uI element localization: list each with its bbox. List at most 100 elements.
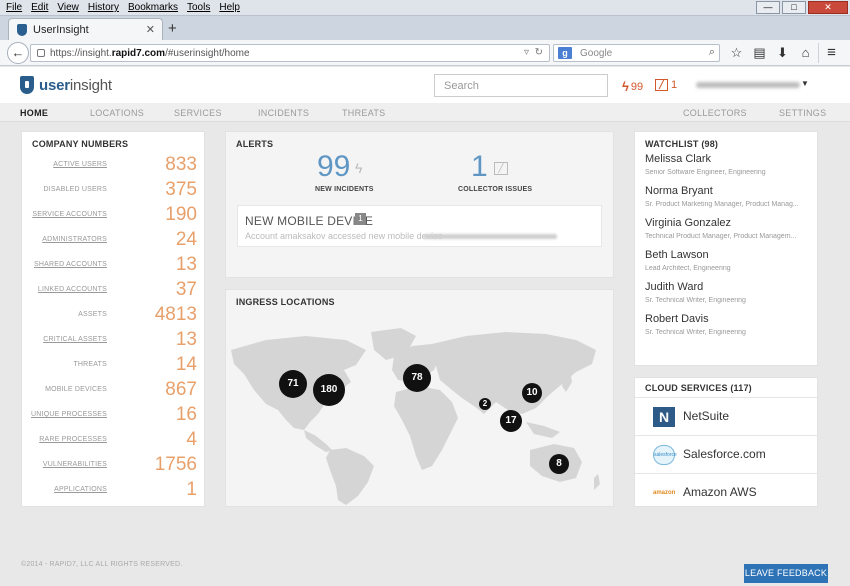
app-search-input[interactable]: Search [434, 74, 608, 97]
watch-role: Senior Software Engineer, Engineering [645, 169, 766, 176]
nav-threats[interactable]: THREATS [342, 108, 385, 118]
company-number-value: 190 [165, 204, 197, 225]
search-icon[interactable]: ⌕ [709, 46, 715, 59]
cluster-north-america-west[interactable]: 71 [279, 370, 307, 398]
cluster-europe[interactable]: 78 [403, 364, 431, 392]
chevron-down-icon[interactable]: ▼ [801, 79, 809, 88]
watch-name[interactable]: Robert Davis [645, 313, 709, 325]
menu-edit[interactable]: Edit [31, 2, 48, 13]
watchlist-title: WATCHLIST (98) [645, 139, 719, 149]
nav-settings[interactable]: SETTINGS [779, 108, 826, 118]
menu-view[interactable]: View [57, 2, 79, 13]
company-number-row[interactable]: VULNERABILITIES 1756 [22, 454, 205, 479]
company-number-label[interactable]: VULNERABILITIES [43, 461, 107, 468]
ingress-locations-panel: INGRESS LOCATIONS 71 180 78 2 10 17 8 [225, 289, 614, 507]
menu-help[interactable]: Help [219, 2, 240, 13]
company-number-row: MOBILE DEVICES 867 [22, 379, 205, 404]
company-number-row[interactable]: CRITICAL ASSETS 13 [22, 329, 205, 354]
watch-name[interactable]: Melissa Clark [645, 153, 711, 165]
service-netsuite[interactable]: N NetSuite [635, 397, 819, 435]
company-number-row[interactable]: SERVICE ACCOUNTS 190 [22, 204, 205, 229]
company-number-label[interactable]: SERVICE ACCOUNTS [32, 211, 107, 218]
browser-navbar: ← https://insight. rapid7.com/#userinsigh… [0, 40, 850, 66]
watch-role: Lead Architect, Engineering [645, 265, 731, 272]
nav-home[interactable]: HOME [20, 108, 48, 118]
userinsight-logo[interactable]: userinsight [20, 76, 112, 94]
tab-strip: UserInsight ✕ + [0, 16, 850, 40]
company-number-row[interactable]: UNIQUE PROCESSES 16 [22, 404, 205, 429]
minimize-button[interactable]: — [756, 1, 780, 14]
cluster-east-asia[interactable]: 10 [522, 383, 542, 403]
cluster-australia[interactable]: 8 [549, 454, 569, 474]
company-number-label[interactable]: SHARED ACCOUNTS [34, 261, 107, 268]
bolt-icon: ϟ [355, 160, 363, 176]
home-icon[interactable]: ⌂ [794, 45, 817, 61]
company-number-row[interactable]: ACTIVE USERS 833 [22, 154, 205, 179]
company-number-label[interactable]: ADMINISTRATORS [42, 236, 107, 243]
menu-bookmarks[interactable]: Bookmarks [128, 2, 178, 13]
service-salesforce[interactable]: salesforce Salesforce.com [635, 435, 819, 473]
star-icon[interactable]: ☆ [725, 45, 748, 61]
download-icon[interactable]: ⬇ [771, 45, 794, 61]
company-number-label[interactable]: CRITICAL ASSETS [43, 336, 107, 343]
back-arrow-icon[interactable]: ← [7, 42, 29, 64]
watch-name[interactable]: Beth Lawson [645, 249, 709, 261]
collector-issues-value[interactable]: 1 [471, 150, 488, 184]
company-number-row: ASSETS 4813 [22, 304, 205, 329]
close-window-button[interactable]: ✕ [808, 1, 848, 14]
new-incidents-value[interactable]: 99 [317, 150, 350, 184]
service-amazon-aws[interactable]: amazon Amazon AWS [635, 473, 819, 511]
company-number-label[interactable]: UNIQUE PROCESSES [31, 411, 107, 418]
restore-button[interactable]: □ [782, 1, 806, 14]
close-tab-icon[interactable]: ✕ [146, 23, 155, 36]
url-bar[interactable]: https://insight. rapid7.com/#userinsight/… [30, 44, 550, 62]
company-numbers-panel: COMPANY NUMBERS ACTIVE USERS 833 DISABLED … [21, 131, 205, 507]
company-number-value: 24 [175, 229, 197, 250]
menu-history[interactable]: History [88, 2, 119, 13]
menu-icon[interactable]: ≡ [818, 43, 844, 63]
collector-indicator[interactable]: ╱ 1 [655, 79, 677, 91]
alert-card[interactable]: NEW MOBILE DEVICE 1 Account amaksakov ac… [237, 205, 602, 247]
company-number-label[interactable]: ACTIVE USERS [53, 161, 107, 168]
logo-part2: insight [69, 76, 112, 94]
watch-role: Technical Product Manager, Product Manag… [645, 233, 797, 240]
cluster-north-america-east[interactable]: 180 [313, 374, 345, 406]
company-number-row[interactable]: ADMINISTRATORS 24 [22, 229, 205, 254]
nav-services[interactable]: SERVICES [174, 108, 222, 118]
company-number-row[interactable]: RARE PROCESSES 4 [22, 429, 205, 454]
menu-file[interactable]: File [6, 2, 22, 13]
nav-locations[interactable]: LOCATIONS [90, 108, 144, 118]
new-tab-icon[interactable]: + [168, 20, 177, 37]
browser-tab[interactable]: UserInsight ✕ [8, 18, 163, 40]
company-number-label: MOBILE DEVICES [45, 386, 107, 393]
reading-list-icon[interactable]: ▤ [748, 45, 771, 61]
company-number-label[interactable]: LINKED ACCOUNTS [38, 286, 107, 293]
incident-indicator[interactable]: ϟ 99 [622, 79, 643, 94]
search-engine-label: Google [580, 47, 613, 59]
cluster-southeast-asia[interactable]: 17 [500, 410, 522, 432]
company-number-label[interactable]: RARE PROCESSES [39, 436, 107, 443]
amazon-logo-icon: amazon [653, 490, 676, 496]
company-number-row[interactable]: LINKED ACCOUNTS 37 [22, 279, 205, 304]
ingress-locations-title: INGRESS LOCATIONS [236, 297, 335, 307]
nav-collectors[interactable]: COLLECTORS [683, 108, 747, 118]
user-menu[interactable] [696, 82, 800, 88]
watch-name[interactable]: Norma Bryant [645, 185, 713, 197]
watch-name[interactable]: Virginia Gonzalez [645, 217, 731, 229]
chart-icon: ╱ [494, 162, 508, 175]
company-number-row[interactable]: APPLICATIONS 1 [22, 479, 205, 504]
cluster-india[interactable]: 2 [479, 398, 491, 410]
company-number-row[interactable]: SHARED ACCOUNTS 13 [22, 254, 205, 279]
watch-name[interactable]: Judith Ward [645, 281, 703, 293]
browser-search-bar[interactable]: g Google ⌕ [553, 44, 720, 62]
leave-feedback-button[interactable]: LEAVE FEEDBACK [744, 564, 828, 583]
reload-icon[interactable]: ▿ ↻ [524, 47, 543, 58]
menu-tools[interactable]: Tools [187, 2, 210, 13]
company-number-value: 1 [186, 479, 197, 500]
window-controls: — □ ✕ [754, 1, 848, 14]
copyright: ©2014 - RAPID7, LLC ALL RIGHTS RESERVED. [21, 561, 183, 568]
nav-incidents[interactable]: INCIDENTS [258, 108, 309, 118]
company-number-value: 13 [175, 329, 197, 350]
company-number-label[interactable]: APPLICATIONS [54, 486, 107, 493]
collector-issues-label: COLLECTOR ISSUES [458, 186, 533, 193]
